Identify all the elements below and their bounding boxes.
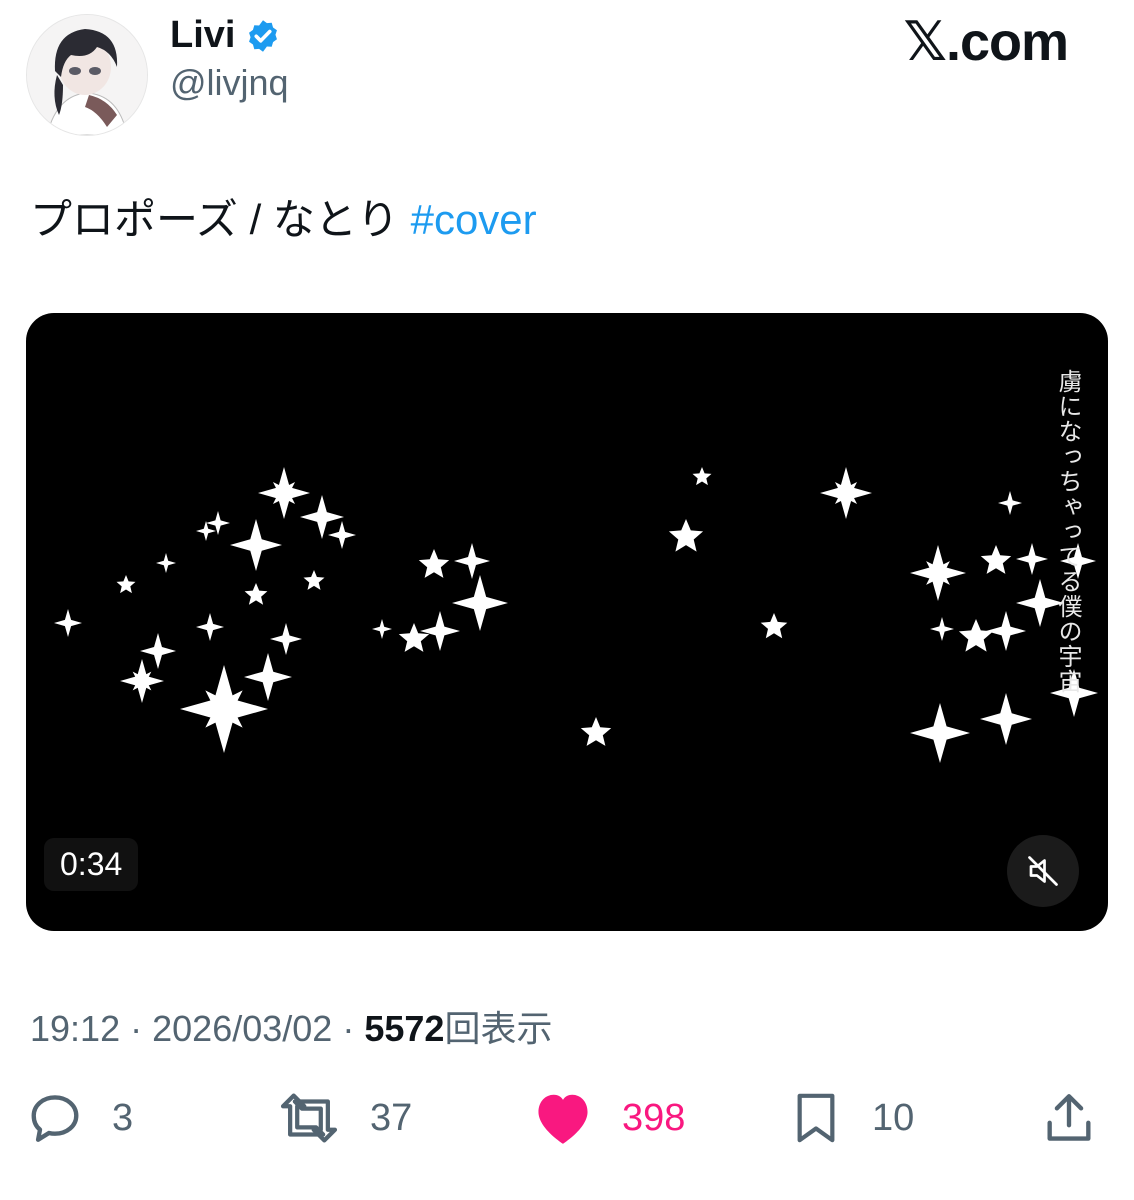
star-mark <box>760 613 788 639</box>
star-mark <box>958 619 994 652</box>
lyric-overlay: 虜になっちゃってる僕の宇宙 <box>1054 369 1082 694</box>
display-name[interactable]: Livi <box>170 14 235 57</box>
meta-separator: · <box>130 1008 143 1049</box>
star-mark <box>580 717 612 746</box>
like-button[interactable]: 398 <box>532 1080 685 1156</box>
sparkle-mark <box>230 519 282 571</box>
sparkle-mark <box>140 633 176 669</box>
sparkle-mark <box>156 553 176 573</box>
sparkle-mark <box>998 491 1022 515</box>
star-mark <box>398 623 430 652</box>
tweet-text: プロポーズ / なとり #cover <box>30 186 537 247</box>
user-handle[interactable]: @livjnq <box>170 62 289 104</box>
retweet-button[interactable]: 37 <box>276 1080 412 1156</box>
speaker-muted-icon <box>1028 856 1058 886</box>
star-mark <box>303 570 325 590</box>
mute-button[interactable] <box>1007 835 1079 907</box>
video-duration: 0:34 <box>44 838 139 891</box>
share-button[interactable] <box>1040 1080 1098 1156</box>
sparkle-mark <box>930 617 954 641</box>
bookmark-count: 10 <box>872 1096 915 1139</box>
hashtag-link[interactable]: #cover <box>411 196 537 243</box>
sparkle-mark <box>196 613 224 641</box>
star-mark <box>668 519 704 552</box>
sparkle-mark <box>372 619 392 639</box>
sparkle-stars-image <box>54 467 1098 763</box>
star-mark <box>980 545 1012 574</box>
tweet-meta: 19:12 · 2026/03/02 · 5572回表示 <box>30 1000 552 1052</box>
sparkle-mark <box>54 609 82 637</box>
bookmark-button[interactable]: 10 <box>788 1080 914 1156</box>
star-mark <box>692 467 712 486</box>
tweet-date[interactable]: 2026/03/02 <box>152 1008 332 1049</box>
verified-badge-icon <box>249 19 278 52</box>
sparkle-mark <box>328 521 356 549</box>
sparkle-mark <box>980 693 1032 745</box>
star-mark <box>418 549 450 578</box>
video-player[interactable]: 虜になっちゃってる僕の宇宙 <box>26 313 1108 931</box>
heart-filled-icon <box>538 1094 588 1144</box>
like-count: 398 <box>622 1096 686 1139</box>
views-count[interactable]: 5572 <box>364 1008 444 1049</box>
sparkle-mark <box>452 575 508 631</box>
retweet-count: 37 <box>370 1096 413 1139</box>
share-icon <box>1047 1094 1091 1141</box>
bookmark-icon <box>797 1093 835 1143</box>
star-mark <box>244 583 268 605</box>
tweet-body: プロポーズ / なとり <box>30 196 399 243</box>
tweet-time[interactable]: 19:12 <box>30 1008 120 1049</box>
sparkle-mark <box>270 623 302 655</box>
reply-button[interactable]: 3 <box>26 1080 133 1156</box>
sparkle-mark <box>244 653 292 701</box>
reply-count: 3 <box>112 1096 134 1139</box>
x-logo-icon: 𝕏.com <box>903 12 1069 72</box>
views-label[interactable]: 回表示 <box>444 1008 552 1049</box>
anime-avatar-icon <box>27 15 147 135</box>
reply-icon <box>31 1095 79 1142</box>
sparkle-mark <box>454 543 490 579</box>
avatar[interactable] <box>26 14 148 136</box>
sparkle-mark <box>910 703 970 763</box>
star-mark <box>116 575 136 594</box>
action-bar: 3 37 398 10 <box>0 1080 1134 1160</box>
retweet-icon <box>280 1093 338 1143</box>
sparkle-mark <box>1016 543 1048 575</box>
sparkle-mark <box>986 611 1026 651</box>
meta-separator-2: · <box>342 1008 355 1049</box>
sparkle-mark <box>420 611 460 651</box>
